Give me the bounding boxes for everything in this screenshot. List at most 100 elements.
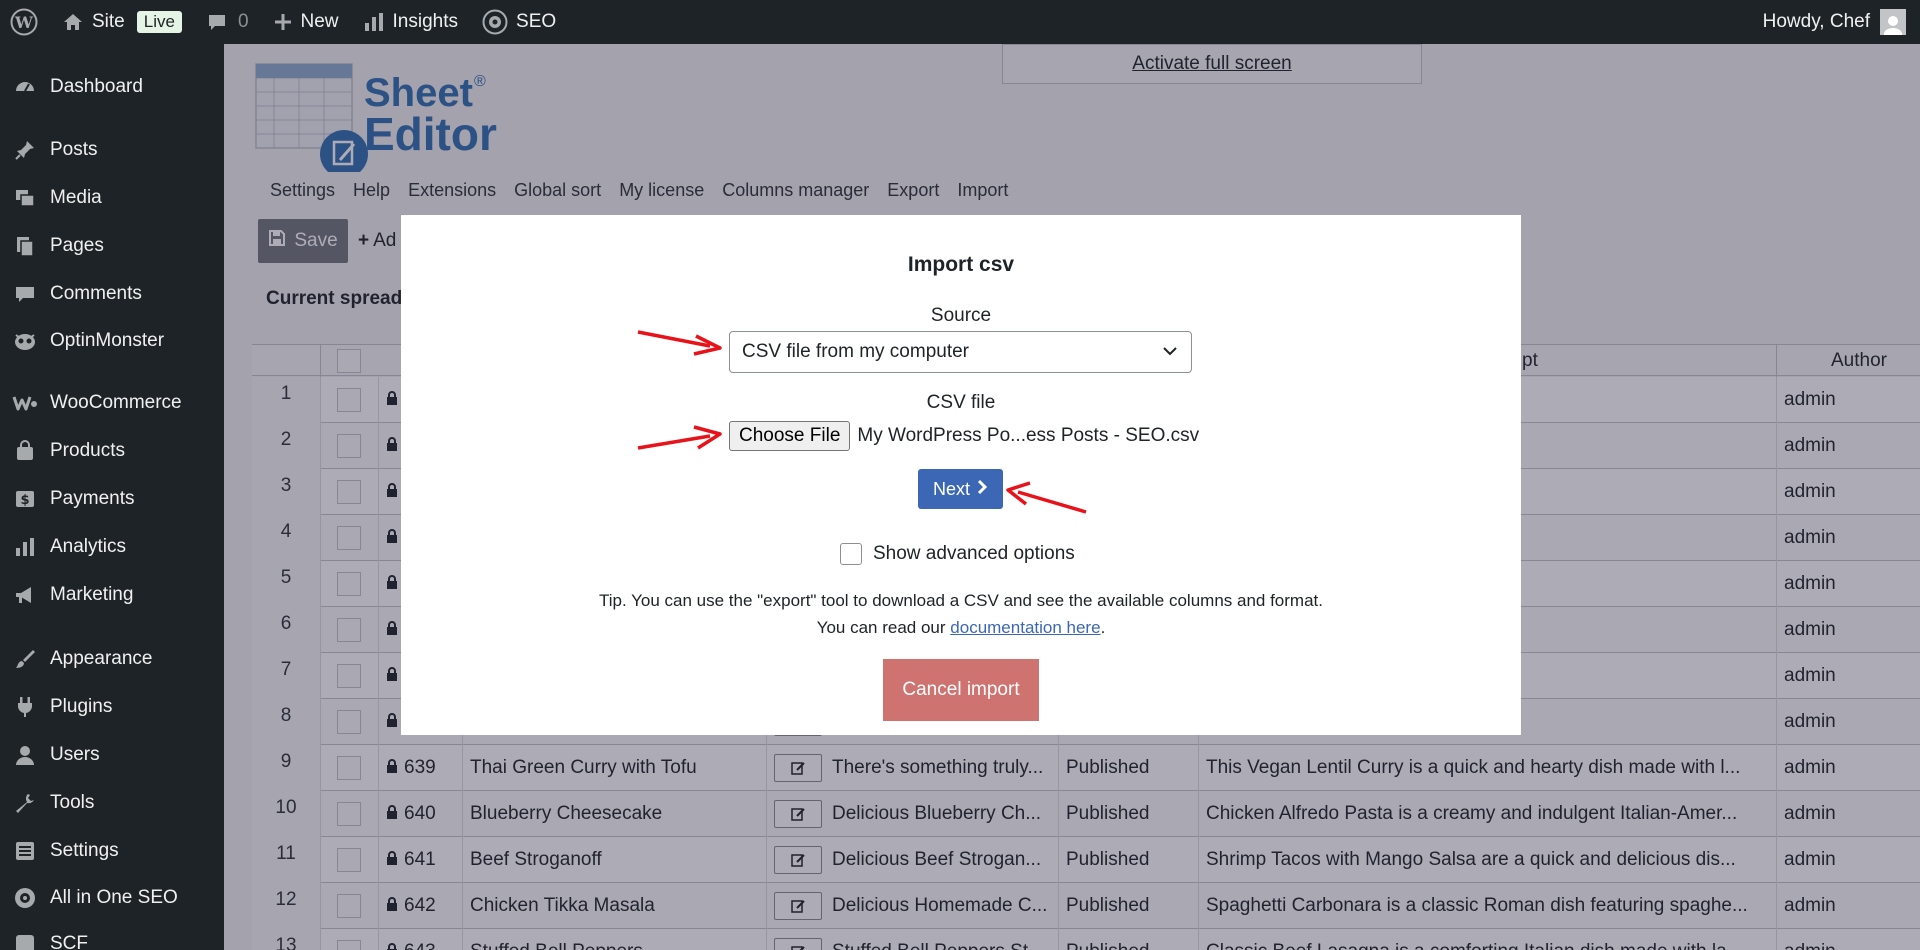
tip-line-2: You can read our documentation here.: [401, 614, 1521, 641]
brush-icon: [0, 647, 50, 671]
sidebar-item-products[interactable]: Products: [0, 428, 224, 474]
tip-text: Tip. You can use the "export" tool to do…: [401, 587, 1521, 641]
svg-text:$: $: [20, 493, 29, 508]
sidebar-item-comments[interactable]: Comments: [0, 271, 224, 317]
sidebar-item-label: Pages: [50, 235, 104, 256]
account-menu[interactable]: Howdy, Chef: [1763, 0, 1906, 44]
plug-icon: [0, 695, 50, 719]
svg-text:W: W: [14, 13, 34, 32]
sidebar-item-label: Tools: [50, 792, 95, 813]
home-icon: [62, 11, 84, 33]
tip-suffix: .: [1100, 618, 1106, 637]
wordpress-icon: W: [10, 8, 38, 36]
selected-file-name: My WordPress Po...ess Posts - SEO.csv: [857, 425, 1200, 446]
csv-file-label: CSV file: [926, 392, 996, 413]
import-csv-modal: Import csv Source CSV file from my compu…: [401, 215, 1521, 735]
sidebar-item-label: Payments: [50, 488, 135, 509]
new-menu[interactable]: New: [261, 0, 351, 44]
sidebar-item-label: Media: [50, 187, 102, 208]
sidebar-item-label: All in One SEO: [50, 887, 178, 908]
advanced-options-row[interactable]: Show advanced options: [840, 543, 1075, 565]
sidebar-item-label: Products: [50, 440, 125, 461]
sidebar-item-label: Settings: [50, 840, 119, 861]
source-select[interactable]: CSV file from my computer: [729, 331, 1192, 373]
megaphone-icon: [0, 583, 50, 607]
tip-line-1: Tip. You can use the "export" tool to do…: [598, 591, 1323, 610]
sidebar-item-label: Dashboard: [50, 76, 143, 97]
greeting: Howdy, Chef: [1762, 11, 1870, 32]
sidebar-item-dashboard[interactable]: Dashboard: [0, 64, 224, 110]
source-label: Source: [930, 305, 992, 326]
site-label: Site: [92, 11, 125, 32]
modal-title: Import csv: [907, 253, 1015, 276]
aioseo-icon: [482, 9, 508, 35]
sidebar-item-settings[interactable]: Settings: [0, 828, 224, 874]
documentation-link[interactable]: documentation here: [950, 618, 1100, 637]
bar-chart-icon: [363, 11, 385, 33]
sidebar-item-posts[interactable]: Posts: [0, 127, 224, 173]
seo-label: SEO: [516, 11, 557, 32]
sidebar-item-tools[interactable]: Tools: [0, 780, 224, 826]
media-icon: [0, 186, 50, 210]
sidebar-item-label: WooCommerce: [50, 392, 182, 413]
sidebar-item-appearance[interactable]: Appearance: [0, 636, 224, 682]
new-label: New: [300, 11, 339, 32]
choose-file-button[interactable]: Choose File: [729, 421, 851, 451]
dashboard-icon: [0, 75, 50, 99]
bar-chart-icon: [0, 535, 50, 559]
site-menu[interactable]: Site Live: [50, 0, 194, 44]
sidebar-item-analytics[interactable]: Analytics: [0, 524, 224, 570]
woocommerce-icon: [0, 391, 50, 415]
sidebar-item-scf[interactable]: SCF: [0, 921, 224, 950]
insights-menu[interactable]: Insights: [351, 0, 470, 44]
payments-icon: $: [0, 487, 50, 511]
cancel-import-button[interactable]: Cancel import: [883, 659, 1039, 721]
csv-file-input: Choose File My WordPress Po...ess Posts …: [729, 421, 1199, 451]
sidebar-item-users[interactable]: Users: [0, 732, 224, 778]
wordpress-logo-button[interactable]: W: [0, 0, 50, 44]
sidebar-item-marketing[interactable]: Marketing: [0, 572, 224, 618]
pages-icon: [0, 234, 50, 258]
comment-icon: [0, 282, 50, 306]
comments-count: 0: [237, 11, 249, 32]
users-icon: [0, 743, 50, 767]
sidebar-item-payments[interactable]: $ Payments: [0, 476, 224, 522]
sidebar-item-label: Marketing: [50, 584, 134, 605]
show-advanced-checkbox[interactable]: [840, 543, 862, 565]
admin-bar: W Site Live 0 New Insights SEO Howdy, Ch…: [0, 0, 1920, 44]
scf-icon: [0, 932, 50, 950]
tip-prefix: You can read our: [816, 618, 951, 637]
insights-label: Insights: [392, 11, 459, 32]
chevron-down-icon: [1161, 342, 1179, 366]
sidebar-item-media[interactable]: Media: [0, 175, 224, 221]
seo-menu[interactable]: SEO: [470, 0, 568, 44]
show-advanced-label: Show advanced options: [873, 543, 1075, 564]
next-label: Next: [932, 478, 970, 499]
live-badge: Live: [136, 11, 182, 33]
annotation-arrow-next: [1006, 481, 1087, 514]
sidebar-item-label: SCF: [50, 933, 88, 950]
sidebar-item-plugins[interactable]: Plugins: [0, 684, 224, 730]
sidebar-item-label: Users: [50, 744, 100, 765]
next-button[interactable]: Next: [918, 469, 1003, 509]
sidebar-item-label: Analytics: [50, 536, 127, 557]
sidebar-item-pages[interactable]: Pages: [0, 223, 224, 269]
optinmonster-icon: [0, 329, 50, 353]
sidebar-item-woocommerce[interactable]: WooCommerce: [0, 380, 224, 426]
comments-menu[interactable]: 0: [194, 0, 261, 44]
annotation-arrow-file: [637, 425, 722, 450]
chevron-right-icon: [976, 479, 988, 500]
sidebar-item-label: OptinMonster: [50, 330, 165, 351]
pin-icon: [0, 138, 50, 162]
sidebar-item-label: Plugins: [50, 696, 113, 717]
wrench-icon: [0, 791, 50, 815]
comment-icon: [206, 11, 228, 33]
bag-icon: [0, 439, 50, 463]
annotation-arrow-source: [637, 330, 722, 356]
sidebar-item-optinmonster[interactable]: OptinMonster: [0, 318, 224, 364]
source-select-value: CSV file from my computer: [742, 341, 969, 362]
sidebar-item-label: Appearance: [50, 648, 153, 669]
settings-icon: [0, 839, 50, 863]
admin-sidebar: Dashboard Posts Media Pages Comments OptinMon…: [0, 44, 224, 950]
sidebar-item-all-in-one-seo[interactable]: All in One SEO: [0, 875, 224, 921]
